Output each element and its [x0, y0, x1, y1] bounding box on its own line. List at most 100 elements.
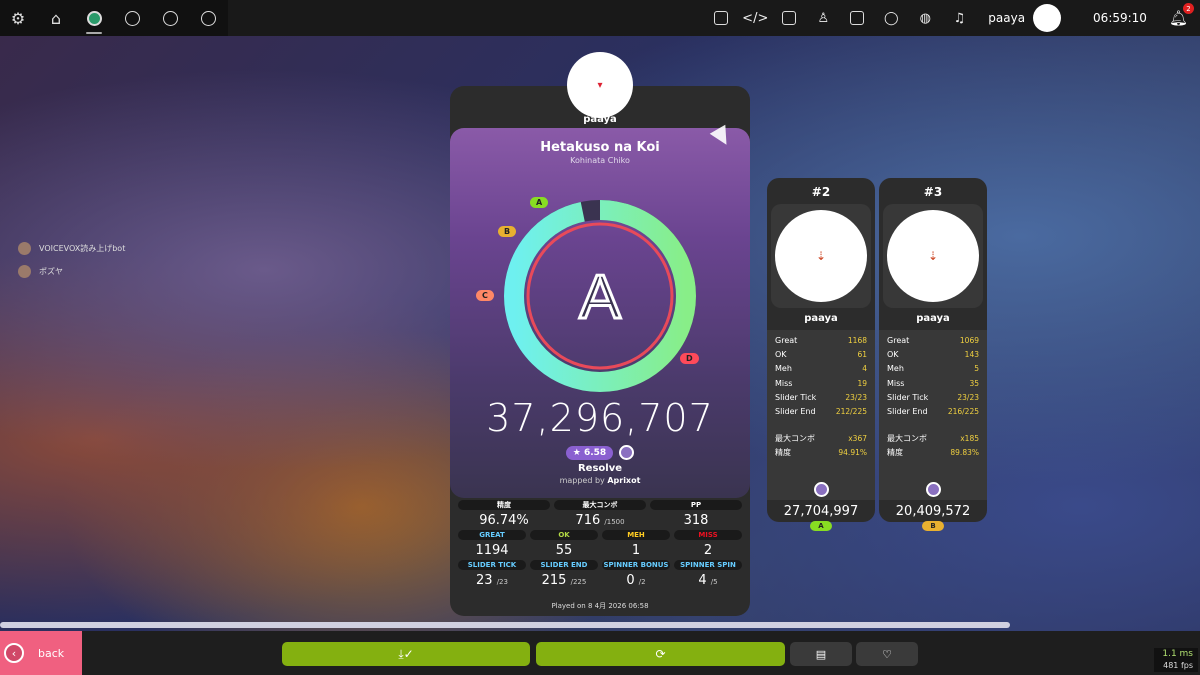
stat-value: 1: [602, 543, 670, 558]
settings-icon[interactable]: ⚙: [0, 0, 36, 36]
stat-cell: SPINNER SPIN 4 /5: [674, 560, 742, 588]
mapper-name: Aprixot: [607, 476, 641, 485]
stat-label: SPINNER SPIN: [674, 560, 742, 570]
statistics-grid: 精度 96.74% 最大コンボ 716 /1500 PP 318 GREAT 1…: [458, 500, 742, 590]
mapper-line: mapped by Aprixot: [450, 476, 750, 485]
grade-marker-a: A: [530, 197, 549, 208]
stat-cell: MISS 2: [674, 530, 742, 558]
stat-row: 精度 94.91%: [775, 446, 867, 460]
total-score: 37,296,707: [486, 396, 714, 440]
stat-label: 最大コンボ: [775, 434, 815, 444]
stat-label: Slider End: [775, 406, 816, 416]
music-icon[interactable]: ♫: [942, 0, 976, 36]
performance-overlay: 1.1 ms 481 fps: [1154, 648, 1198, 672]
stat-label: 精度: [775, 448, 791, 458]
favourite-button[interactable]: ♡: [856, 642, 918, 666]
player-name: paaya: [916, 313, 950, 324]
stat-total: /2: [638, 578, 646, 586]
stat-value: 318: [650, 513, 742, 528]
leaderboard-card-2[interactable]: #2 ⇣ paaya Great 1168 OK 61 Meh 4 Miss 19 Slider…: [767, 178, 875, 531]
stat-number: 318: [683, 513, 709, 528]
chat-text: ポズヤ: [39, 267, 63, 276]
stat-label: Miss: [775, 378, 793, 388]
clock: 06:59:10: [1093, 11, 1147, 25]
stat-value: 23 /23: [458, 573, 526, 588]
stat-label: 精度: [887, 448, 903, 458]
code-icon[interactable]: </>: [738, 0, 772, 36]
stat-number: 1: [631, 543, 641, 558]
stat-value: 5: [974, 364, 979, 374]
download-button[interactable]: ⤓✓: [282, 642, 530, 666]
stat-label: Slider Tick: [887, 392, 929, 402]
stat-label: Slider Tick: [775, 392, 817, 402]
ruleset-catch-icon[interactable]: [152, 0, 188, 36]
stat-value: 89.83%: [950, 448, 979, 458]
details-button[interactable]: ▤: [790, 642, 852, 666]
played-date: Played on 8 4月 2026 06:58: [551, 602, 649, 610]
stat-number: 716: [575, 513, 601, 528]
stat-number: 2: [703, 543, 713, 558]
stat-cell: 精度 96.74%: [458, 500, 550, 528]
toolbar-left-group: ⚙ ⌂: [0, 0, 228, 36]
home-icon[interactable]: ⌂: [38, 0, 74, 36]
mod-icon[interactable]: [925, 481, 941, 497]
beatmap-icon[interactable]: [840, 0, 874, 36]
stat-label: SLIDER END: [530, 560, 598, 570]
user-button[interactable]: paaya: [988, 4, 1062, 32]
chevron-left-icon: ‹: [4, 643, 24, 663]
stat-value: 94.91%: [838, 448, 867, 458]
stat-label: SPINNER BONUS: [602, 560, 670, 570]
chat-icon[interactable]: ◯: [874, 0, 908, 36]
player-name: paaya: [804, 313, 838, 324]
globe-icon[interactable]: ◍: [908, 0, 942, 36]
avatar-frame: ⇣: [883, 204, 983, 308]
score: 27,704,997: [783, 504, 859, 519]
grade-marker-d: D: [680, 353, 699, 364]
stat-label: Meh: [775, 364, 792, 374]
frame-time: 1.1 ms: [1162, 649, 1193, 659]
score: 20,409,572: [895, 504, 971, 519]
stat-row: Slider Tick 23/23: [775, 391, 867, 405]
stat-value: x185: [960, 434, 979, 444]
rss-icon[interactable]: [704, 0, 738, 36]
leaderboard-card-3[interactable]: #3 ⇣ paaya Great 1069 OK 143 Meh 5 Miss 35 Slide…: [879, 178, 987, 531]
stat-row: Slider Tick 23/23: [887, 391, 979, 405]
stat-label: OK: [887, 350, 899, 360]
chat-text: VOICEVOX読み上げbot: [39, 244, 126, 253]
retry-button[interactable]: ⟳: [536, 642, 785, 666]
horizontal-scrollbar[interactable]: [0, 622, 1010, 628]
chat-overlay: VOICEVOX読み上げbot ポズヤ: [18, 242, 125, 288]
stat-cell: MEH 1: [602, 530, 670, 558]
stat-label: 最大コンボ: [887, 434, 927, 444]
stat-value: 216/225: [947, 406, 979, 416]
avatar-frame: ⇣: [771, 204, 871, 308]
chat-avatar: [18, 242, 31, 255]
stat-label: GREAT: [458, 530, 526, 540]
stat-total: /225: [570, 578, 587, 586]
ruleset-osu-icon[interactable]: [76, 0, 112, 36]
ruleset-mania-icon[interactable]: [190, 0, 226, 36]
stat-label: MEH: [602, 530, 670, 540]
grade-badge: A: [810, 521, 832, 531]
document-icon: ▤: [815, 647, 827, 661]
stat-cell: GREAT 1194: [458, 530, 526, 558]
stat-label: 精度: [458, 500, 550, 510]
ruleset-taiko-icon[interactable]: [114, 0, 150, 36]
stat-value: 215 /225: [530, 573, 598, 588]
stat-row: Great 1069: [887, 334, 979, 348]
difficulty-row: ★ 6.58: [450, 445, 750, 460]
rank-label: #2: [811, 185, 831, 199]
mod-icon[interactable]: [813, 481, 829, 497]
ranking-icon[interactable]: ♙: [806, 0, 840, 36]
stat-row: OK 143: [887, 348, 979, 362]
top-toolbar: ⚙ ⌂ </> ♙ ◯ ◍ ♫ paaya 06:59:10 🔔︎ 2: [0, 0, 1200, 36]
book-icon[interactable]: [772, 0, 806, 36]
bell-icon[interactable]: 🔔︎ 2: [1169, 3, 1194, 27]
stat-number: 0: [626, 573, 635, 588]
stats-row-judgements: GREAT 1194 OK 55 MEH 1 MISS 2: [458, 530, 742, 558]
mod-icon[interactable]: [619, 445, 635, 460]
player-avatar[interactable]: ▾: [567, 52, 633, 118]
stat-label: Great: [775, 336, 798, 345]
beatmap-artist: Kohinata Chiko: [570, 156, 630, 165]
back-button[interactable]: ‹ back: [0, 631, 82, 675]
